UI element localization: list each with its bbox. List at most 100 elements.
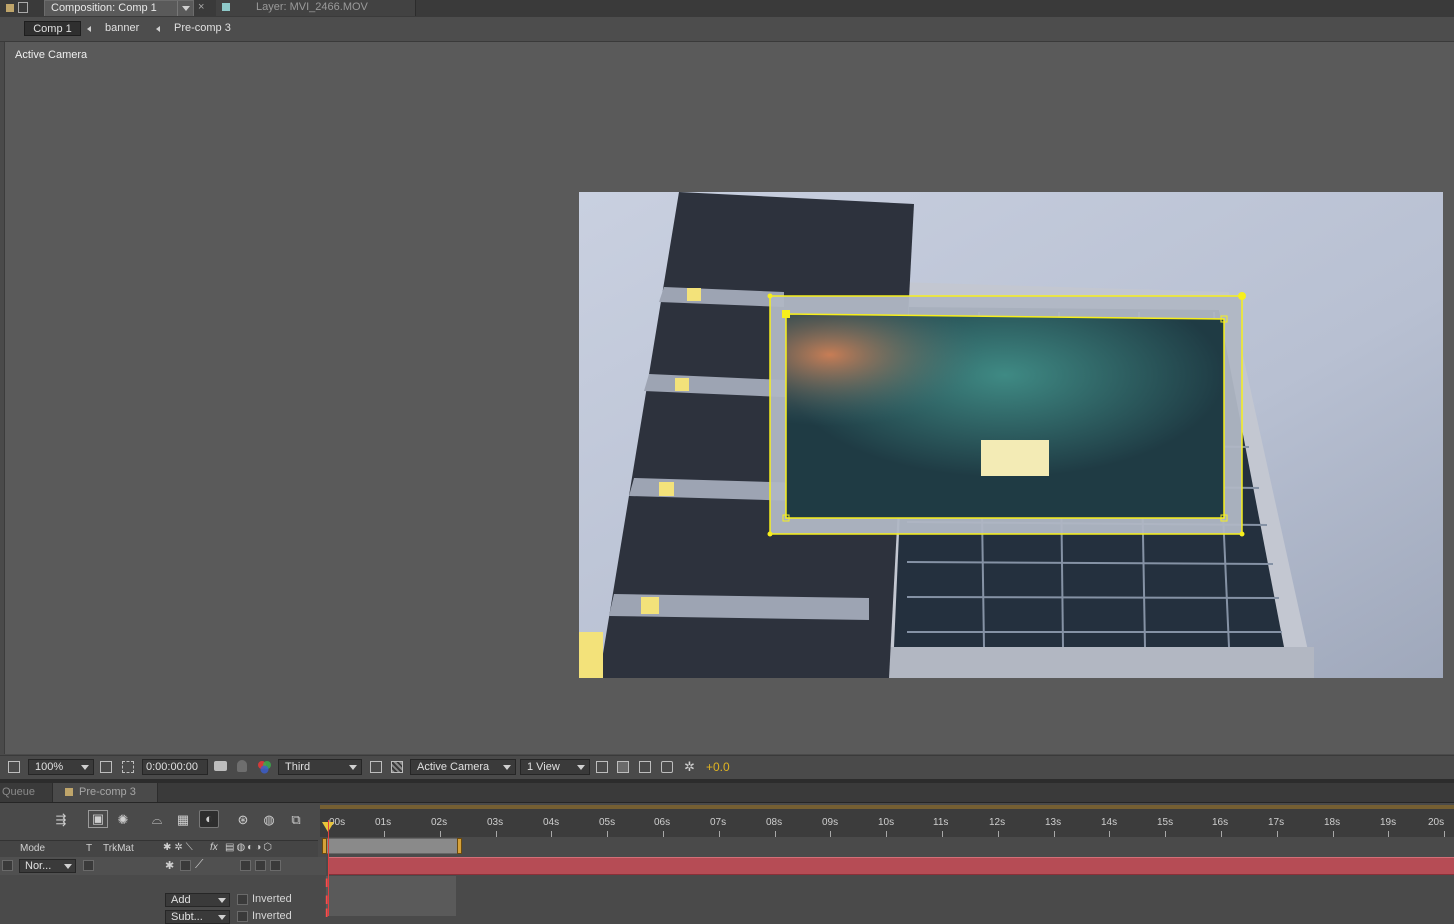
comp-flowchart-icon[interactable] [661,761,673,773]
mask-overlay[interactable] [579,192,1443,678]
fx-icon[interactable]: fx [210,842,218,853]
close-tab-icon[interactable]: × [198,1,204,13]
preserve-transparency-checkbox[interactable] [83,860,94,871]
mask-mode-select[interactable]: Add [165,893,230,907]
zoom-select[interactable]: 100% [28,759,94,775]
chevron-down-icon [218,898,226,903]
mask-inverted-checkbox[interactable] [237,911,248,922]
resolution-select[interactable]: Third [278,759,362,775]
motion-blur-icon[interactable]: ◐ [199,810,219,828]
layer-duration-bar[interactable] [328,857,1454,875]
layer-color-icon [222,3,230,11]
ruler-tick-label: 15s [1157,817,1174,828]
ruler-tick-mark [384,831,385,837]
breadcrumb-banner[interactable]: banner [105,21,139,36]
resolution-value: Third [285,761,311,773]
mask-visibility-icon[interactable] [122,761,134,773]
layer-mode-select[interactable]: Nor... [19,859,76,873]
graph-editor-icon[interactable]: ⧉ [287,812,305,828]
ruler-tick-mark [719,831,720,837]
ruler-tick-mark [663,831,664,837]
effect-switch[interactable] [240,860,251,871]
layer-row[interactable]: Nor... ✱ ⟋ [0,857,326,875]
mask-inverted-checkbox[interactable] [237,894,248,905]
reset-exposure-icon[interactable]: ✲ [684,759,695,775]
frame-blending-icon[interactable]: ▦ [174,812,192,828]
column-mode[interactable]: Mode [20,843,45,854]
ruler-tick-label: 10s [878,817,895,828]
timeline-icon[interactable] [639,761,651,773]
collapse-switch[interactable] [180,860,191,871]
frame-blend-switch[interactable] [255,860,266,871]
lock-icon[interactable] [18,2,28,13]
layer-select-checkbox[interactable] [2,860,13,871]
chevron-down-icon [349,765,357,770]
viewer-toolbar: 100% 0:00:00:00 Third Active Camera 1 Vi… [0,755,1454,779]
breadcrumb-comp-1[interactable]: Comp 1 [24,21,81,36]
ruler-tick-label: 03s [487,817,504,828]
composition-frame[interactable] [579,192,1443,678]
ruler-tick-label: 14s [1101,817,1118,828]
mask-inverted-label: Inverted [252,910,292,922]
grid-guides-icon[interactable] [100,761,112,773]
hide-shy-layers-icon[interactable]: ⌓ [148,812,166,828]
ruler-tick-mark [1109,831,1110,837]
breadcrumb-pre-comp-3[interactable]: Pre-comp 3 [174,21,231,36]
quality-switch-icon[interactable]: ⟋ [195,857,203,872]
work-area-top-bar[interactable] [320,805,1454,809]
view-layout-select[interactable]: 1 View [520,759,590,775]
show-snapshot-icon[interactable] [237,760,247,772]
ruler-tick-label: 19s [1380,817,1397,828]
work-area-bar[interactable] [325,838,459,854]
panel-color-icon [6,4,14,12]
tab-divider [177,1,178,16]
chevron-down-icon [64,864,72,869]
motion-blur-switch[interactable] [270,860,281,871]
color-channels-icon[interactable] [257,760,272,774]
tab-pre-comp-3-label: Pre-comp 3 [79,786,136,798]
auto-keyframe-icon[interactable]: ◍ [260,812,278,828]
tab-pre-comp-3[interactable]: Pre-comp 3 [52,783,158,802]
switches-column-icons[interactable]: ✱✲⟍ [163,842,196,853]
mask-inverted-label: Inverted [252,893,292,905]
draft-3d-icon[interactable]: ✺ [114,812,132,828]
camera-select[interactable]: Active Camera [410,759,516,775]
chevron-down-icon [81,765,89,770]
work-area-start-handle[interactable] [322,838,327,854]
panel-tab-bar: Composition: Comp 1 × Layer: MVI_2466.MO… [0,0,1454,18]
ruler-tick-label: 02s [431,817,448,828]
tab-composition[interactable]: Composition: Comp 1 [44,0,194,16]
breadcrumb: Comp 1 banner Pre-comp 3 [0,17,1454,42]
column-t[interactable]: T [86,843,92,854]
brainstorm-icon[interactable]: ⊛ [234,812,252,828]
ruler-tick-mark [775,831,776,837]
ruler-tick-label: 12s [989,817,1006,828]
always-preview-icon[interactable] [8,761,20,773]
layer-switches-icons[interactable]: ▤◍◐◑⬡ [225,842,274,853]
transparency-grid-icon[interactable] [391,761,403,773]
ruler-tick-mark [1388,831,1389,837]
ruler-tick-mark [1333,831,1334,837]
column-trkmat[interactable]: TrkMat [103,843,134,854]
live-update-icon[interactable]: ▣ [88,810,108,828]
tab-layer[interactable]: Layer: MVI_2466.MOV [216,0,416,16]
mask-keyframe-area[interactable] [326,876,456,916]
snapshot-camera-icon[interactable] [214,761,227,771]
ruler-ticks: 00s 01s 02s 03s 04s 05s 06s 07s 08s 09s … [320,805,1454,837]
work-area-end-handle[interactable] [457,838,462,854]
ruler-tick-label: 04s [543,817,560,828]
region-of-interest-icon[interactable] [370,761,382,773]
tab-menu-chevron-down-icon[interactable] [182,6,190,11]
shy-switch-icon[interactable]: ✱ [165,859,174,872]
zoom-value: 100% [35,761,64,773]
composition-mini-flowchart-icon[interactable]: ⇶ [52,812,70,828]
camera-value: Active Camera [417,761,490,773]
current-time-field[interactable]: 0:00:00:00 [142,759,208,775]
tab-queue[interactable]: Queue [2,786,35,798]
mask-mode-value: Add [171,894,191,906]
toggle-pixel-aspect-icon[interactable] [596,761,608,773]
exposure-value[interactable]: +0.0 [706,760,730,774]
layer-mode-value: Nor... [25,860,52,872]
mask-mode-select[interactable]: Subt... [165,910,230,924]
fast-previews-icon[interactable] [617,761,629,773]
